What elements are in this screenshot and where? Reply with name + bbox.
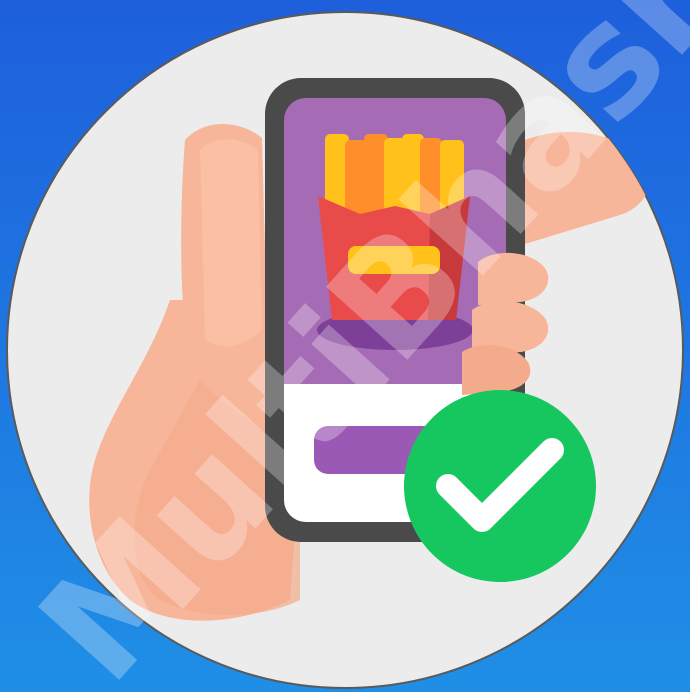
check-circle-icon: [404, 390, 596, 582]
illustration-canvas: MultiBhashi: [0, 0, 690, 692]
